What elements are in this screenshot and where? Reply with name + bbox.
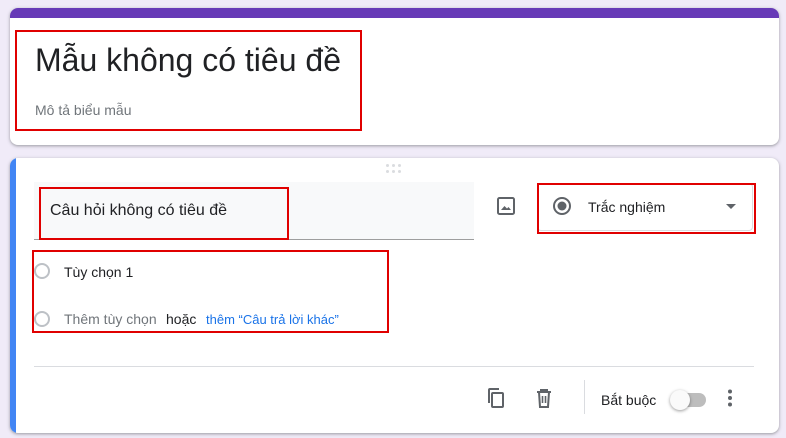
add-option-input[interactable]: Thêm tùy chọn [64, 311, 157, 328]
question-type-label: Trắc nghiệm [588, 199, 666, 215]
required-toggle[interactable] [670, 390, 706, 410]
form-header-card: Mẫu không có tiêu đề Mô tả biểu mẫu [10, 8, 779, 145]
copy-icon[interactable] [484, 386, 508, 410]
footer-divider [34, 366, 754, 367]
drag-handle-icon[interactable] [386, 164, 402, 176]
theme-stripe [10, 8, 779, 18]
form-title[interactable]: Mẫu không có tiêu đề [35, 40, 341, 80]
radio-unchecked-icon [34, 263, 50, 279]
question-title-input[interactable]: Câu hỏi không có tiêu đề [34, 182, 474, 240]
image-icon[interactable] [494, 194, 518, 218]
required-label: Bắt buộc [601, 392, 657, 408]
active-stripe [10, 158, 16, 433]
form-description[interactable]: Mô tả biểu mẫu [35, 100, 132, 120]
radio-checked-icon [552, 196, 572, 216]
or-text: hoặc [166, 311, 197, 327]
option-label[interactable]: Tùy chọn 1 [64, 264, 133, 280]
radio-unchecked-icon [34, 311, 50, 327]
trash-icon[interactable] [532, 386, 556, 410]
question-card[interactable]: Câu hỏi không có tiêu đề Trắc nghiệm Tùy… [10, 158, 779, 433]
more-vertical-icon[interactable] [718, 386, 742, 410]
question-title-text: Câu hỏi không có tiêu đề [50, 202, 228, 219]
caret-down-icon [726, 204, 736, 209]
question-type-dropdown[interactable]: Trắc nghiệm [537, 183, 753, 231]
footer-separator [584, 380, 585, 414]
add-other-answer-link[interactable]: thêm “Câu trả lời khác” [206, 312, 339, 327]
toggle-thumb [670, 390, 690, 410]
